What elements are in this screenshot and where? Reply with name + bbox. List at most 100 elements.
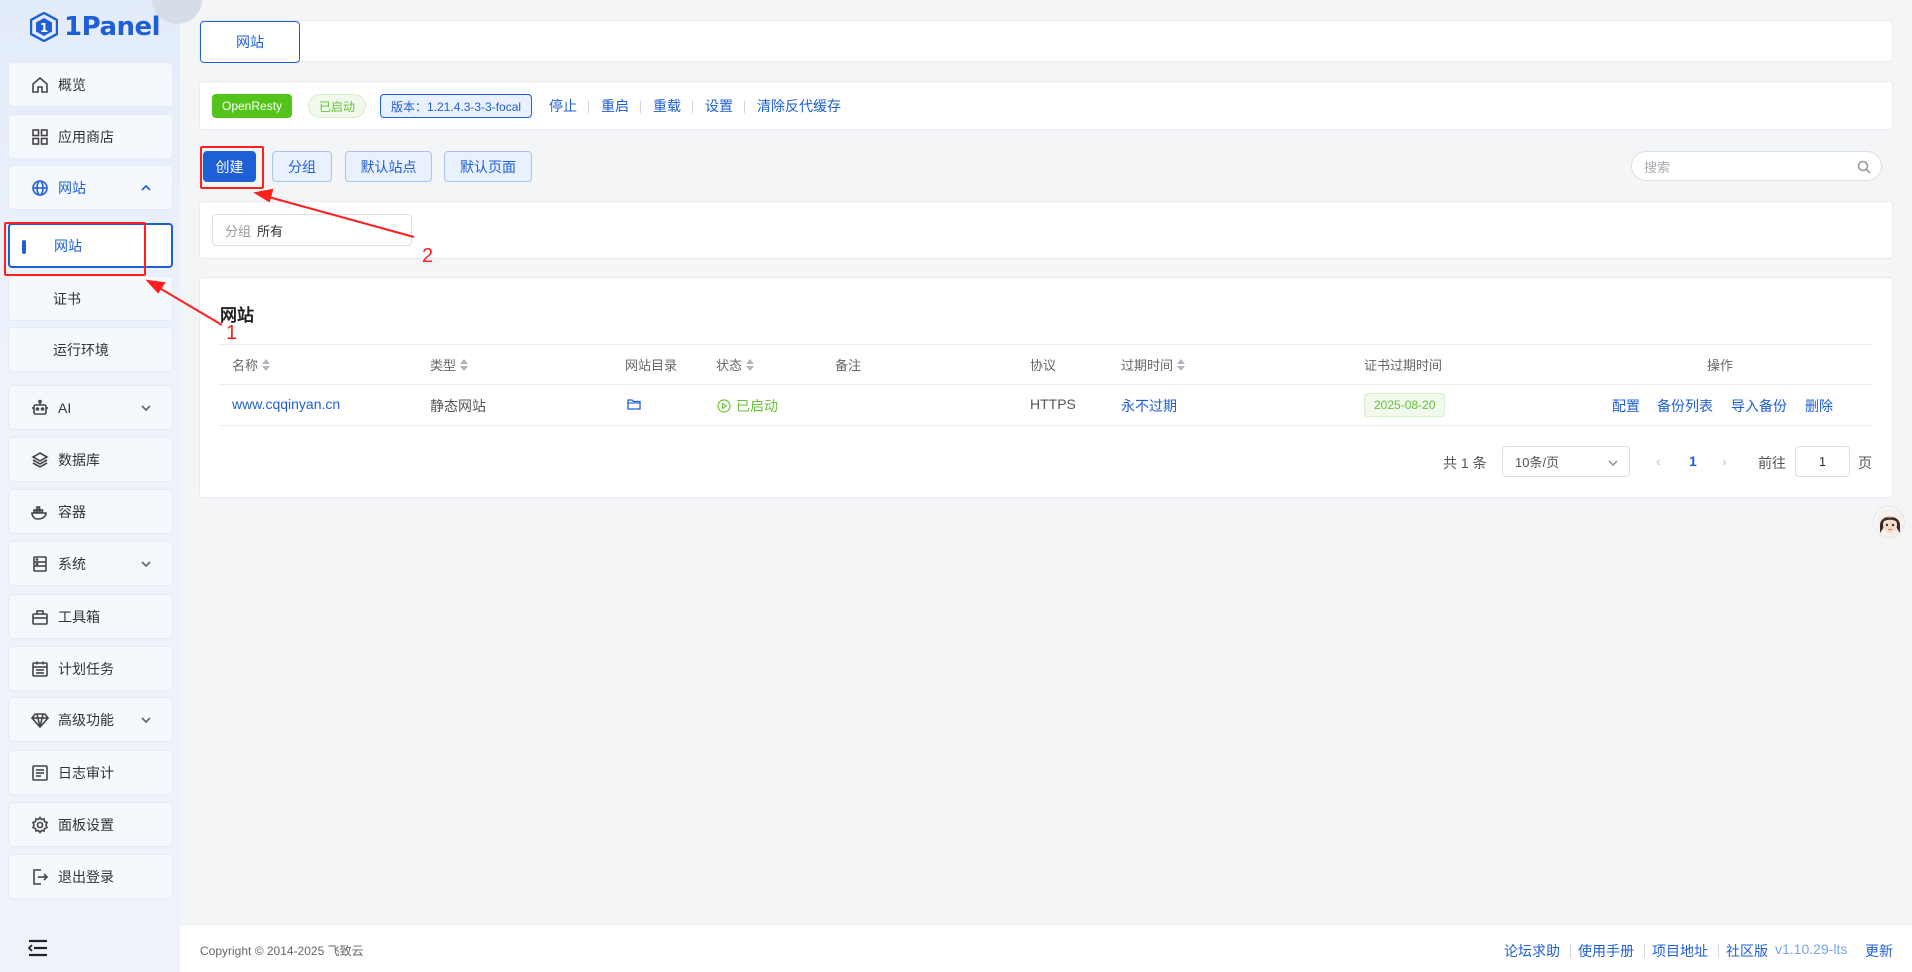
table-row-divider [219,425,1873,426]
site-status-label: 已启动 [736,398,778,414]
sidebar-item-panel-settings[interactable]: 面板设置 [8,802,173,847]
group-button[interactable]: 分组 [272,151,332,182]
cert-expire-badge: 2025-08-20 [1364,393,1446,417]
sidebar-item-label: 工具箱 [58,608,100,625]
settings-link[interactable]: 设置 [705,96,733,116]
sort-icon [460,358,469,371]
menu-collapse-icon[interactable] [28,939,48,957]
column-label: 操作 [1707,358,1734,373]
sidebar-subitem-label: 证书 [53,290,81,307]
sidebar-item-label: 日志审计 [58,764,114,781]
sidebar-subitem-runtime[interactable]: 运行环境 [8,327,173,372]
config-link[interactable]: 配置 [1612,396,1640,416]
folder-icon[interactable] [627,398,641,410]
group-filter-value: 所有 [257,223,284,239]
column-label: 名称 [232,358,259,373]
prev-page-icon[interactable]: ‹ [1656,453,1661,469]
footer: Copyright © 2014-2025 飞致云 论坛求助 使用手册 项目地址… [180,924,1912,972]
column-header-type[interactable]: 类型 [430,355,469,374]
search-input[interactable]: 搜索 [1631,151,1882,181]
manual-link[interactable]: 使用手册 [1578,941,1634,961]
column-label: 状态 [716,358,743,373]
restart-link[interactable]: 重启 [601,96,629,116]
brand-name: 1Panel [64,12,161,42]
sidebar-item-label: 网站 [58,179,86,196]
clear-proxy-cache-link[interactable]: 清除反代缓存 [757,96,841,116]
site-expire[interactable]: 永不过期 [1121,396,1177,416]
sidebar-item-label: 计划任务 [58,660,114,677]
column-label: 过期时间 [1121,358,1174,373]
sidebar-item-label: 数据库 [58,451,100,468]
next-page-icon[interactable]: › [1722,453,1727,469]
logo[interactable]: 1 1Panel [30,10,161,44]
column-header-remark: 备注 [835,355,861,374]
sidebar-item-label: 高级功能 [58,711,114,728]
sidebar-item-label: 系统 [58,555,86,572]
column-label: 备注 [835,358,862,373]
default-site-button[interactable]: 默认站点 [345,151,432,182]
chevron-down-icon [1608,460,1618,467]
update-link[interactable]: 更新 [1865,941,1893,961]
stop-link[interactable]: 停止 [549,96,577,116]
sidebar-item-label: 退出登录 [58,868,114,885]
sidebar-item-app-store[interactable]: 应用商店 [8,114,173,159]
assistant-avatar[interactable] [1873,506,1905,538]
page-number-current[interactable]: 1 [1689,453,1697,469]
sidebar-item-ai[interactable]: AI [8,385,173,430]
annotation-number-2: 2 [422,245,434,267]
pagination-total: 共 1 条 [1443,455,1487,471]
sidebar-item-overview[interactable]: 概览 [8,62,173,107]
default-page-button[interactable]: 默认页面 [444,151,532,182]
site-protocol: HTTPS [1030,396,1076,412]
sidebar-item-label: AI [58,399,72,416]
website-table-panel [199,277,1893,498]
logo-icon: 1 [30,12,58,42]
column-header-protocol: 协议 [1030,355,1056,374]
search-icon [1857,160,1871,174]
server-icon [33,555,47,572]
column-header-name[interactable]: 名称 [232,355,271,374]
search-placeholder: 搜索 [1644,159,1671,175]
site-status[interactable]: 已启动 [717,396,778,416]
sidebar-item-system[interactable]: 系统 [8,541,173,586]
column-header-expire[interactable]: 过期时间 [1121,355,1186,374]
sidebar-item-website[interactable]: 网站 [8,165,173,210]
project-link[interactable]: 项目地址 [1652,941,1708,961]
column-label: 类型 [430,358,457,373]
annotation-box-2 [200,146,264,189]
forum-link[interactable]: 论坛求助 [1504,941,1560,961]
site-name-link[interactable]: www.cqqinyan.cn [232,396,340,412]
import-backup-link[interactable]: 导入备份 [1731,396,1787,416]
openresty-status-badge: 已启动 [308,94,367,118]
sidebar-item-log-audit[interactable]: 日志审计 [8,750,173,795]
docker-icon [31,505,47,520]
svg-text:1: 1 [40,21,48,35]
backup-list-link[interactable]: 备份列表 [1657,396,1713,416]
toolbox-icon [32,609,48,625]
sidebar-item-logout[interactable]: 退出登录 [8,854,173,899]
reload-link[interactable]: 重载 [653,96,681,116]
sidebar-item-cron[interactable]: 计划任务 [8,646,173,691]
column-header-status[interactable]: 状态 [716,355,755,374]
robot-icon [32,399,48,415]
sidebar-item-container[interactable]: 容器 [8,489,173,534]
layers-icon [31,451,49,468]
goto-page-input[interactable]: 1 [1795,446,1850,477]
group-filter-select[interactable]: 分组 所有 [212,214,412,246]
site-type: 静态网站 [430,398,486,414]
sidebar-item-advanced[interactable]: 高级功能 [8,697,173,742]
table-header-divider [219,384,1873,385]
chevron-down-icon [141,716,151,723]
tab-website[interactable]: 网站 [200,21,300,63]
sidebar-item-toolbox[interactable]: 工具箱 [8,594,173,639]
table-top-divider [219,344,1873,345]
home-icon [32,76,48,93]
sidebar-subitem-certificate[interactable]: 证书 [8,276,173,321]
sidebar-item-database[interactable]: 数据库 [8,437,173,482]
column-header-cert-expire: 证书过期时间 [1364,355,1442,374]
page-size-select[interactable]: 10条/页 [1502,446,1630,477]
page-size-value: 10条/页 [1515,455,1560,470]
column-header-directory: 网站目录 [625,355,677,374]
column-label: 协议 [1030,358,1057,373]
delete-link[interactable]: 删除 [1805,396,1833,416]
